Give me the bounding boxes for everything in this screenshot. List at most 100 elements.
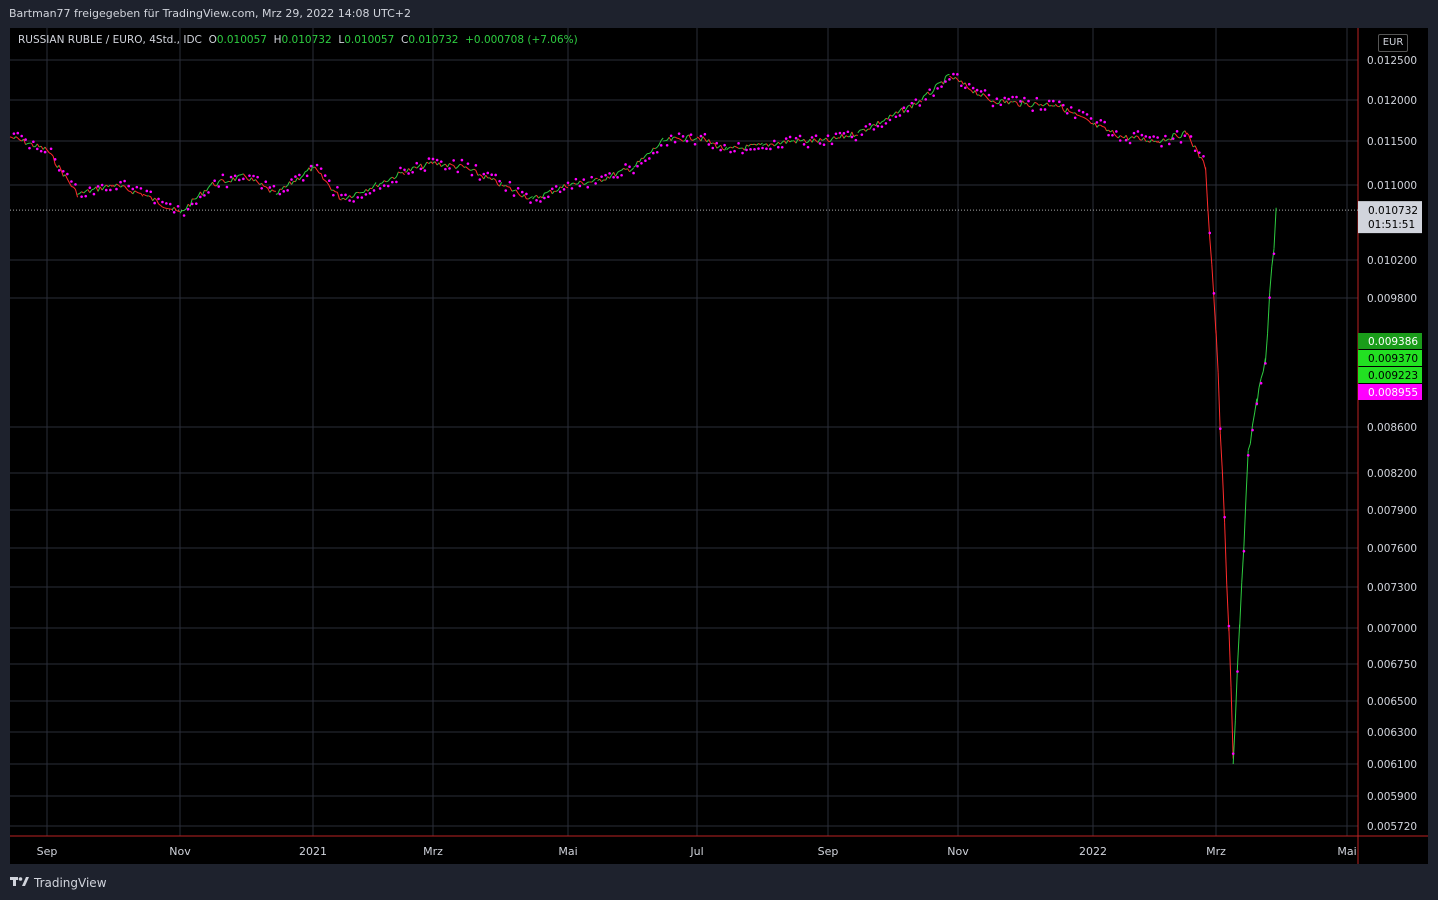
sar-dot	[558, 190, 562, 194]
price-segment	[36, 143, 40, 148]
price-segment	[471, 168, 475, 171]
sar-dot	[723, 143, 726, 147]
price-segment	[1196, 150, 1200, 158]
price-segment	[629, 169, 632, 173]
price-segment	[1131, 136, 1135, 139]
y-tick-label: 0.007600	[1367, 543, 1417, 555]
price-segment	[294, 177, 298, 182]
price-segment	[459, 163, 463, 166]
price-segment	[865, 128, 869, 132]
price-segment	[1200, 157, 1204, 162]
price-segment	[71, 186, 74, 188]
price-segment	[465, 166, 469, 170]
price-segment	[206, 187, 209, 192]
sar-dot	[1069, 106, 1073, 109]
price-segment	[613, 172, 617, 177]
sar-dot	[478, 178, 482, 181]
price-segment	[1066, 107, 1070, 112]
sar-dot	[741, 151, 744, 155]
price-segment	[758, 143, 761, 146]
sar-dot	[386, 184, 390, 188]
change-value: +0.000708 (+7.06%)	[465, 34, 578, 46]
sar-dot	[1164, 134, 1167, 138]
sar-dot	[729, 150, 732, 154]
price-segment	[505, 185, 509, 188]
sar-dot	[168, 202, 172, 206]
sar-dot	[566, 181, 570, 185]
price-segment	[343, 197, 346, 201]
price-segment	[617, 170, 620, 173]
sar-dot	[96, 185, 100, 188]
price-chart[interactable]: 0.012500 0.012000 0.011500 0.011000 0.010200…	[0, 0, 1438, 900]
y-tick-label: 0.005900	[1367, 791, 1417, 803]
sar-dot	[876, 124, 880, 128]
sar-dot	[391, 180, 394, 184]
sar-dot	[1027, 99, 1030, 103]
sar-dot	[364, 193, 368, 196]
price-segment	[621, 168, 624, 171]
price-segment	[1137, 136, 1141, 141]
price-segment	[903, 109, 907, 113]
price-segment	[555, 189, 559, 192]
sar-dot	[1052, 99, 1055, 103]
sar-dot	[1011, 95, 1014, 99]
sar-dot	[20, 134, 23, 138]
sar-dot	[323, 174, 327, 177]
price-segment	[857, 129, 861, 134]
price-segment	[1080, 116, 1084, 118]
sar-dot	[225, 185, 229, 189]
price-segment	[1055, 103, 1058, 107]
price-segment	[1178, 136, 1182, 139]
sar-dot	[336, 185, 339, 189]
sar-dot	[794, 136, 798, 140]
price-segment	[416, 165, 420, 169]
sar-dot	[415, 161, 419, 165]
price-segment	[410, 167, 414, 172]
price-segment	[762, 144, 765, 146]
price-segment	[1028, 105, 1031, 108]
price-segment	[639, 158, 642, 163]
price-segment	[489, 177, 493, 181]
sar-dot	[600, 175, 603, 178]
price-segment	[760, 142, 763, 146]
sar-dot	[651, 151, 655, 155]
price-segment	[493, 178, 496, 181]
sar-dot	[378, 187, 382, 190]
sar-dot	[229, 175, 233, 179]
price-segment	[140, 193, 144, 197]
price-segment	[528, 197, 531, 200]
sar-dot	[431, 157, 435, 161]
price-segment	[605, 176, 609, 181]
tradingview-brand[interactable]: TradingView	[10, 875, 107, 890]
sar-dot	[928, 88, 931, 91]
currency-button[interactable]: EUR	[1378, 34, 1408, 52]
sar-dot	[788, 135, 792, 139]
sar-dot	[715, 141, 719, 145]
sar-dot	[1118, 139, 1122, 142]
price-segment	[519, 195, 523, 198]
x-tick-label: Nov	[169, 845, 191, 858]
price-segment	[1217, 372, 1221, 434]
price-segment	[835, 137, 839, 140]
price-level-3: 0.009223	[1368, 370, 1418, 382]
price-segment	[935, 83, 938, 86]
sar-dot	[407, 172, 410, 175]
sar-dot	[221, 173, 225, 177]
price-segment	[158, 203, 161, 206]
y-tick-label: 0.006500	[1367, 696, 1417, 708]
price-segment	[99, 186, 103, 191]
price-segment	[593, 178, 596, 181]
price-segment	[426, 161, 430, 164]
price-segment	[1127, 137, 1131, 141]
price-segment	[682, 140, 686, 142]
sar-dot	[693, 142, 697, 146]
sar-dot	[403, 168, 406, 172]
sar-dot	[482, 172, 486, 176]
sar-dot	[616, 176, 619, 179]
sar-dot	[340, 193, 343, 197]
price-segment	[517, 192, 521, 197]
price-segment	[1096, 124, 1100, 128]
sar-dot	[850, 135, 854, 139]
price-segment	[1167, 138, 1170, 141]
countdown-label: 01:51:51	[1368, 219, 1415, 231]
